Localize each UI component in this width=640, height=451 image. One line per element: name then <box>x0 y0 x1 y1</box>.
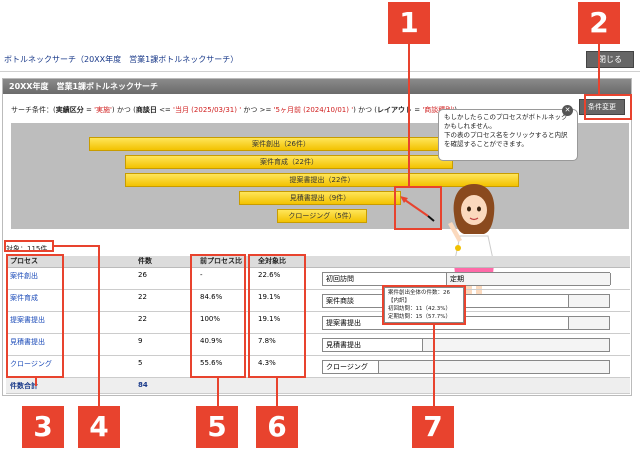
condition-sep: かつ <box>241 106 260 114</box>
total-value: 84 <box>134 377 196 394</box>
condition-sep: ) かつ ( <box>353 106 378 114</box>
close-button[interactable]: 閉じる <box>586 51 634 68</box>
condition-value: '5ヶ月前 (2024/10/01) ' <box>273 106 354 114</box>
condition-op: = <box>412 106 423 114</box>
callout-line-6 <box>276 378 278 406</box>
count-cell: 22 <box>134 289 196 312</box>
breakdown-cell: 案件商談 <box>318 289 630 312</box>
condition-key: レイアウト <box>377 106 413 114</box>
breakdown-bar[interactable]: クロージング <box>322 359 610 374</box>
breakdown-label: 見積書提出 <box>323 338 423 351</box>
pointer-arrow-icon <box>400 196 435 222</box>
funnel-bar-1[interactable]: 案件創出（26件） <box>89 137 473 151</box>
count-cell: 9 <box>134 333 196 356</box>
breakdown-label: クロージング <box>323 360 379 373</box>
callout-badge-6: 6 <box>256 406 298 448</box>
screen: ボトルネックサーチ（20XX年度 営業1課ボトルネックサーチ） 閉じる 20XX… <box>0 0 640 451</box>
funnel-bar-5[interactable]: クロージング（5件） <box>277 209 367 223</box>
condition-op: = <box>83 106 95 114</box>
callout-badge-3: 3 <box>22 406 64 448</box>
breakdown-bar[interactable]: 見積書提出 <box>322 337 610 352</box>
condition-key: 実績区分 <box>55 106 84 114</box>
breakdown-cell: 提案書提出 <box>318 311 630 334</box>
header-breakdown <box>318 256 630 268</box>
funnel-bar-4[interactable]: 見積書提出（9件） <box>239 191 401 205</box>
app-header: ボトルネックサーチ（20XX年度 営業1課ボトルネックサーチ） 閉じる <box>0 48 640 72</box>
callout-badge-7: 7 <box>412 406 454 448</box>
callout-line-4a <box>54 245 100 247</box>
count-cell: 26 <box>134 267 196 290</box>
total-label: 件数合計 <box>6 377 134 394</box>
callout-line-4b <box>98 245 100 406</box>
callout-box-6 <box>248 254 306 378</box>
callout-badge-1: 1 <box>388 2 430 44</box>
count-cell: 22 <box>134 311 196 334</box>
header-count: 件数 <box>134 256 196 268</box>
app-title: ボトルネックサーチ（20XX年度 営業1課ボトルネックサーチ） <box>4 55 239 64</box>
condition-value: '当月 (2025/03/31) ' <box>173 106 242 114</box>
close-icon[interactable]: ✕ <box>562 105 573 116</box>
callout-line-2 <box>598 44 600 94</box>
tooltip-text: もしかしたらこのプロセスがボトルネックかもしれません。 下の表のプロセス名をクリ… <box>444 113 568 148</box>
condition-key: 商談日 <box>135 106 157 114</box>
total-empty <box>254 377 318 394</box>
bottleneck-tooltip: ✕ もしかしたらこのプロセスがボトルネックかもしれません。 下の表のプロセス名を… <box>438 105 578 161</box>
callout-badge-5: 5 <box>196 406 238 448</box>
breakdown-bar[interactable]: 提案書提出 <box>322 315 610 330</box>
panel-title: 20XX年度 営業1課ボトルネックサーチ <box>3 79 631 94</box>
callout-line-1 <box>408 44 410 186</box>
callout-box-2 <box>584 94 632 120</box>
callout-box-3 <box>6 254 64 378</box>
total-empty <box>196 377 254 394</box>
count-cell: 5 <box>134 355 196 378</box>
breakdown-bar[interactable]: 初回訪問 定期 <box>322 271 611 286</box>
breakdown-label: 初回訪問 <box>323 272 447 285</box>
condition-op: >= <box>259 106 274 114</box>
condition-op: <= <box>156 106 174 114</box>
conditions-prefix: サーチ条件：( <box>11 106 56 114</box>
breakdown-cell: クロージング <box>318 355 630 378</box>
breakdown-bar[interactable]: 案件商談 <box>322 293 610 308</box>
breakdown-label-second: 定期 <box>447 272 611 285</box>
callout-badge-2: 2 <box>578 2 620 44</box>
condition-value: '実施' <box>94 106 112 114</box>
search-conditions: サーチ条件：(実績区分 = '実施') かつ (商談日 <= '当月 (2025… <box>11 105 457 115</box>
breakdown-cell: 見積書提出 <box>318 333 630 356</box>
callout-line-3 <box>35 378 37 386</box>
condition-sep: ) かつ ( <box>111 106 136 114</box>
callout-box-7 <box>382 285 466 325</box>
breakdown-cell: 初回訪問 定期 <box>318 267 630 290</box>
callout-line-7 <box>433 325 435 406</box>
bottleneck-pointer <box>394 186 442 230</box>
total-empty <box>318 377 630 394</box>
callout-badge-4: 4 <box>78 406 120 448</box>
callout-box-4 <box>4 240 54 252</box>
callout-box-5 <box>190 254 246 378</box>
funnel-bar-2[interactable]: 案件育成（22件） <box>125 155 453 169</box>
callout-line-5 <box>217 378 219 406</box>
